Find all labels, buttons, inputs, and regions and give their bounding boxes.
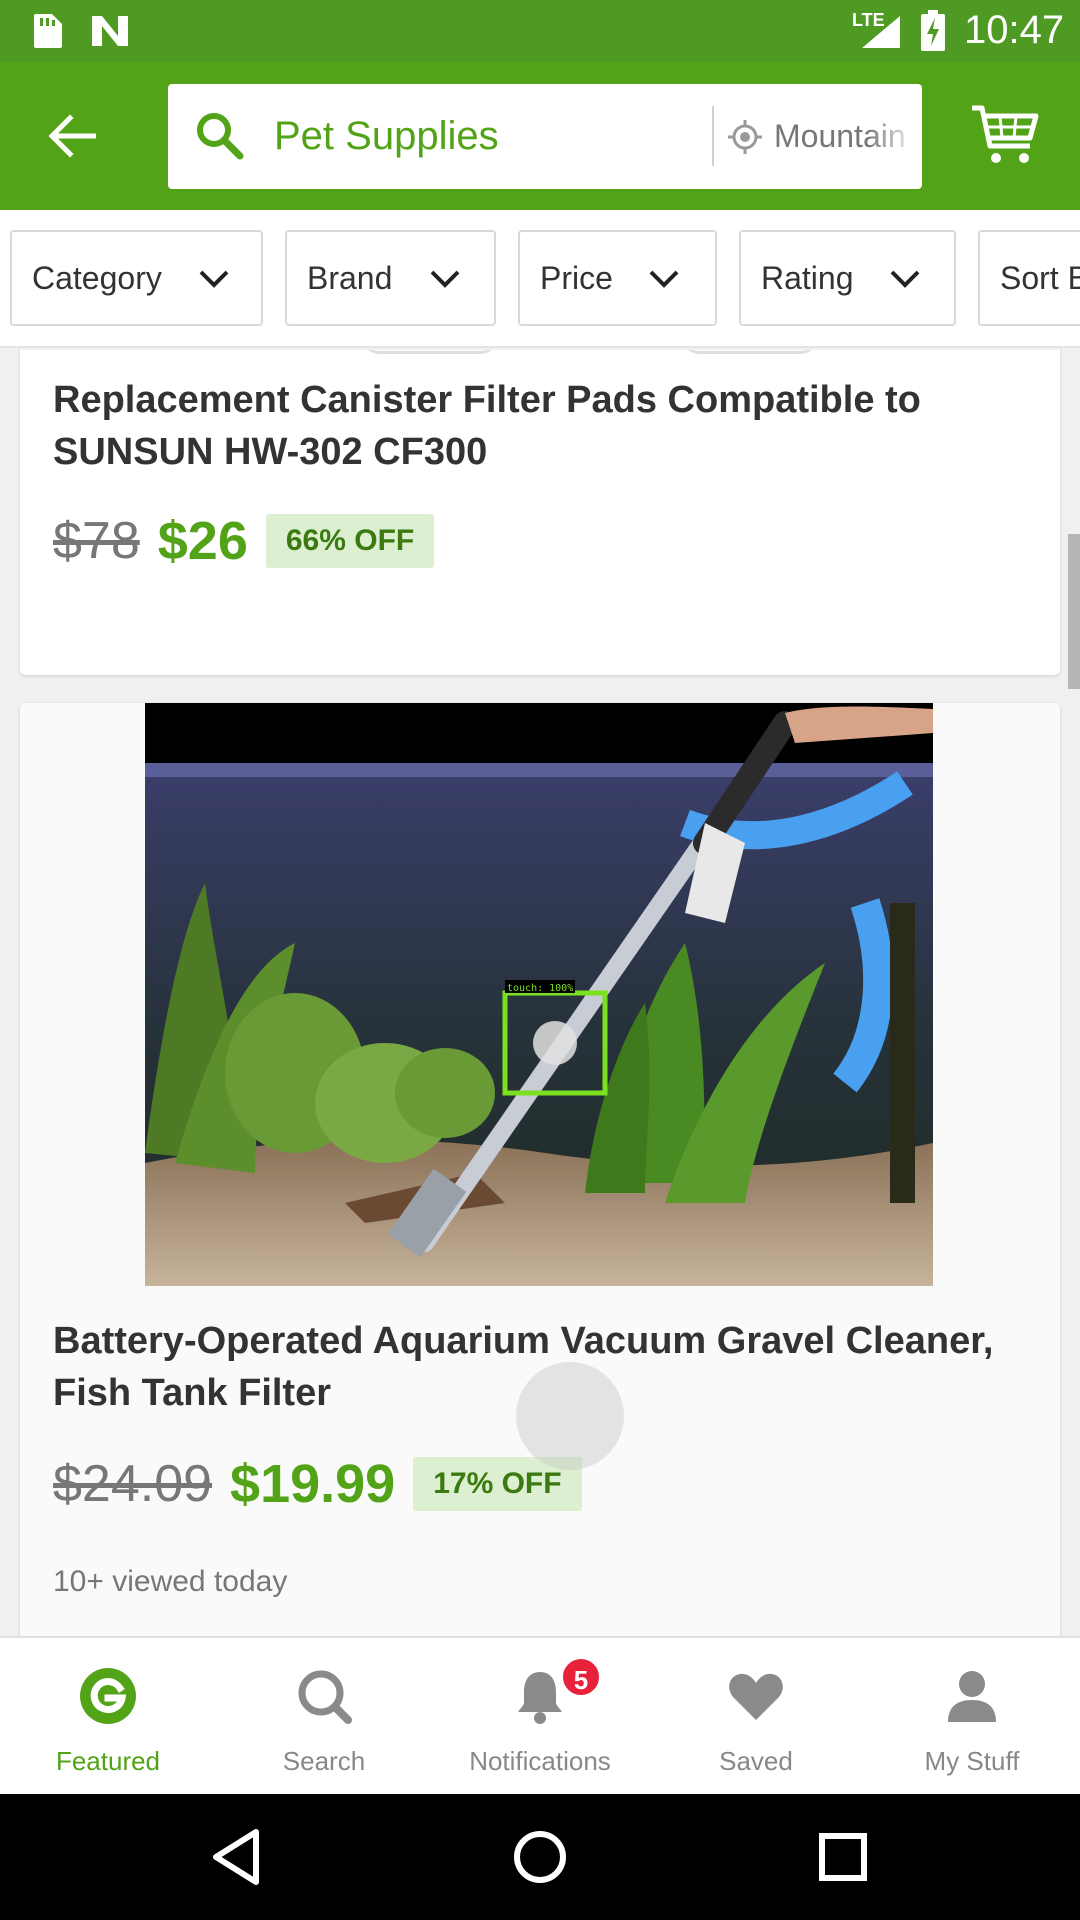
views-count: 10+ viewed today <box>53 1565 288 1598</box>
product-card[interactable]: Replacement Canister Filter Pads Compati… <box>20 350 1060 675</box>
aquarium-vacuum-photo: touch: 100% <box>145 703 933 1286</box>
product-card[interactable]: touch: 100% Battery-Operated Aquarium Va… <box>20 703 1060 1636</box>
product-image[interactable]: touch: 100% <box>145 703 933 1286</box>
back-arrow-icon <box>48 114 96 158</box>
nav-search[interactable]: Search <box>216 1638 432 1796</box>
clock: 10:47 <box>964 8 1065 52</box>
nav-notifications-label: Notifications <box>469 1746 611 1776</box>
person-icon <box>948 1671 996 1722</box>
search-icon <box>197 113 244 160</box>
sd-card-icon <box>34 14 62 48</box>
chevron-down-icon <box>430 270 460 288</box>
search-icon <box>298 1670 352 1724</box>
recents-square-icon[interactable] <box>810 1824 876 1890</box>
product-image-edge <box>360 350 500 354</box>
sale-price: $26 <box>157 511 248 571</box>
chevron-down-icon <box>649 270 679 288</box>
notification-badge: 5 <box>560 1656 602 1698</box>
back-button[interactable] <box>42 106 102 166</box>
original-price: $78 <box>53 512 140 570</box>
filter-rating[interactable]: Rating <box>739 230 956 326</box>
nav-featured[interactable]: Featured <box>0 1638 216 1796</box>
bottom-nav: Featured Search 5 Notifications Saved My… <box>0 1636 1080 1794</box>
chevron-down-icon <box>890 270 920 288</box>
nav-featured-label: Featured <box>55 1746 161 1776</box>
nav-search-label: Search <box>282 1746 366 1776</box>
back-triangle-icon[interactable] <box>204 1824 270 1890</box>
price-row: $78 $26 66% OFF <box>53 510 435 572</box>
home-circle-icon[interactable] <box>507 1824 573 1890</box>
cart-icon[interactable] <box>970 102 1040 168</box>
discount-badge: 66% OFF <box>265 514 435 568</box>
battery-charging-icon <box>921 10 945 51</box>
touch-overlay-label: touch: 100% <box>507 983 573 994</box>
app-bar: Pet Supplies Mountain View <box>0 62 1080 210</box>
nav-saved[interactable]: Saved <box>648 1638 864 1796</box>
product-image-edge <box>680 350 820 354</box>
touch-indicator <box>516 1362 624 1470</box>
original-price: $24.09 <box>53 1455 213 1513</box>
nav-my-stuff-label: My Stuff <box>924 1746 1020 1776</box>
search-box[interactable]: Pet Supplies Mountain View <box>168 84 922 189</box>
filter-brand-label: Brand <box>307 259 393 296</box>
location-fade <box>868 104 918 170</box>
filter-price-label: Price <box>540 259 613 296</box>
signal-icon <box>862 16 900 48</box>
filter-sort-label: Sort By <box>1000 259 1080 296</box>
filter-price[interactable]: Price <box>518 230 717 326</box>
filter-rating-label: Rating <box>761 259 854 296</box>
price-row: $24.09 $19.99 17% OFF <box>53 1453 582 1515</box>
heart-icon <box>729 1673 783 1720</box>
nav-my-stuff[interactable]: My Stuff <box>864 1638 1080 1796</box>
scrollbar[interactable] <box>1068 534 1080 689</box>
n-notification-icon <box>92 16 128 46</box>
filter-bar: Category Brand Price Rating Sort By <box>0 210 1080 348</box>
location-target-icon[interactable] <box>726 118 764 156</box>
status-bar: LTE 10:47 <box>0 0 1080 62</box>
filter-brand[interactable]: Brand <box>285 230 496 326</box>
nav-notifications[interactable]: 5 Notifications <box>432 1638 648 1796</box>
screen: LTE 10:47 Pet Supplies Mountain Category… <box>0 0 1080 1920</box>
search-divider <box>712 106 714 166</box>
filter-sort-by[interactable]: Sort By <box>978 230 1080 326</box>
groupon-g-icon <box>80 1668 136 1724</box>
sale-price: $19.99 <box>230 1454 396 1514</box>
product-title: Replacement Canister Filter Pads Compati… <box>53 379 921 473</box>
chevron-down-icon <box>199 270 229 288</box>
nav-saved-label: Saved <box>719 1746 793 1776</box>
filter-category[interactable]: Category <box>10 230 263 326</box>
filter-category-label: Category <box>32 259 162 296</box>
system-nav-bar <box>0 1794 1080 1920</box>
search-query-text[interactable]: Pet Supplies <box>274 114 499 159</box>
